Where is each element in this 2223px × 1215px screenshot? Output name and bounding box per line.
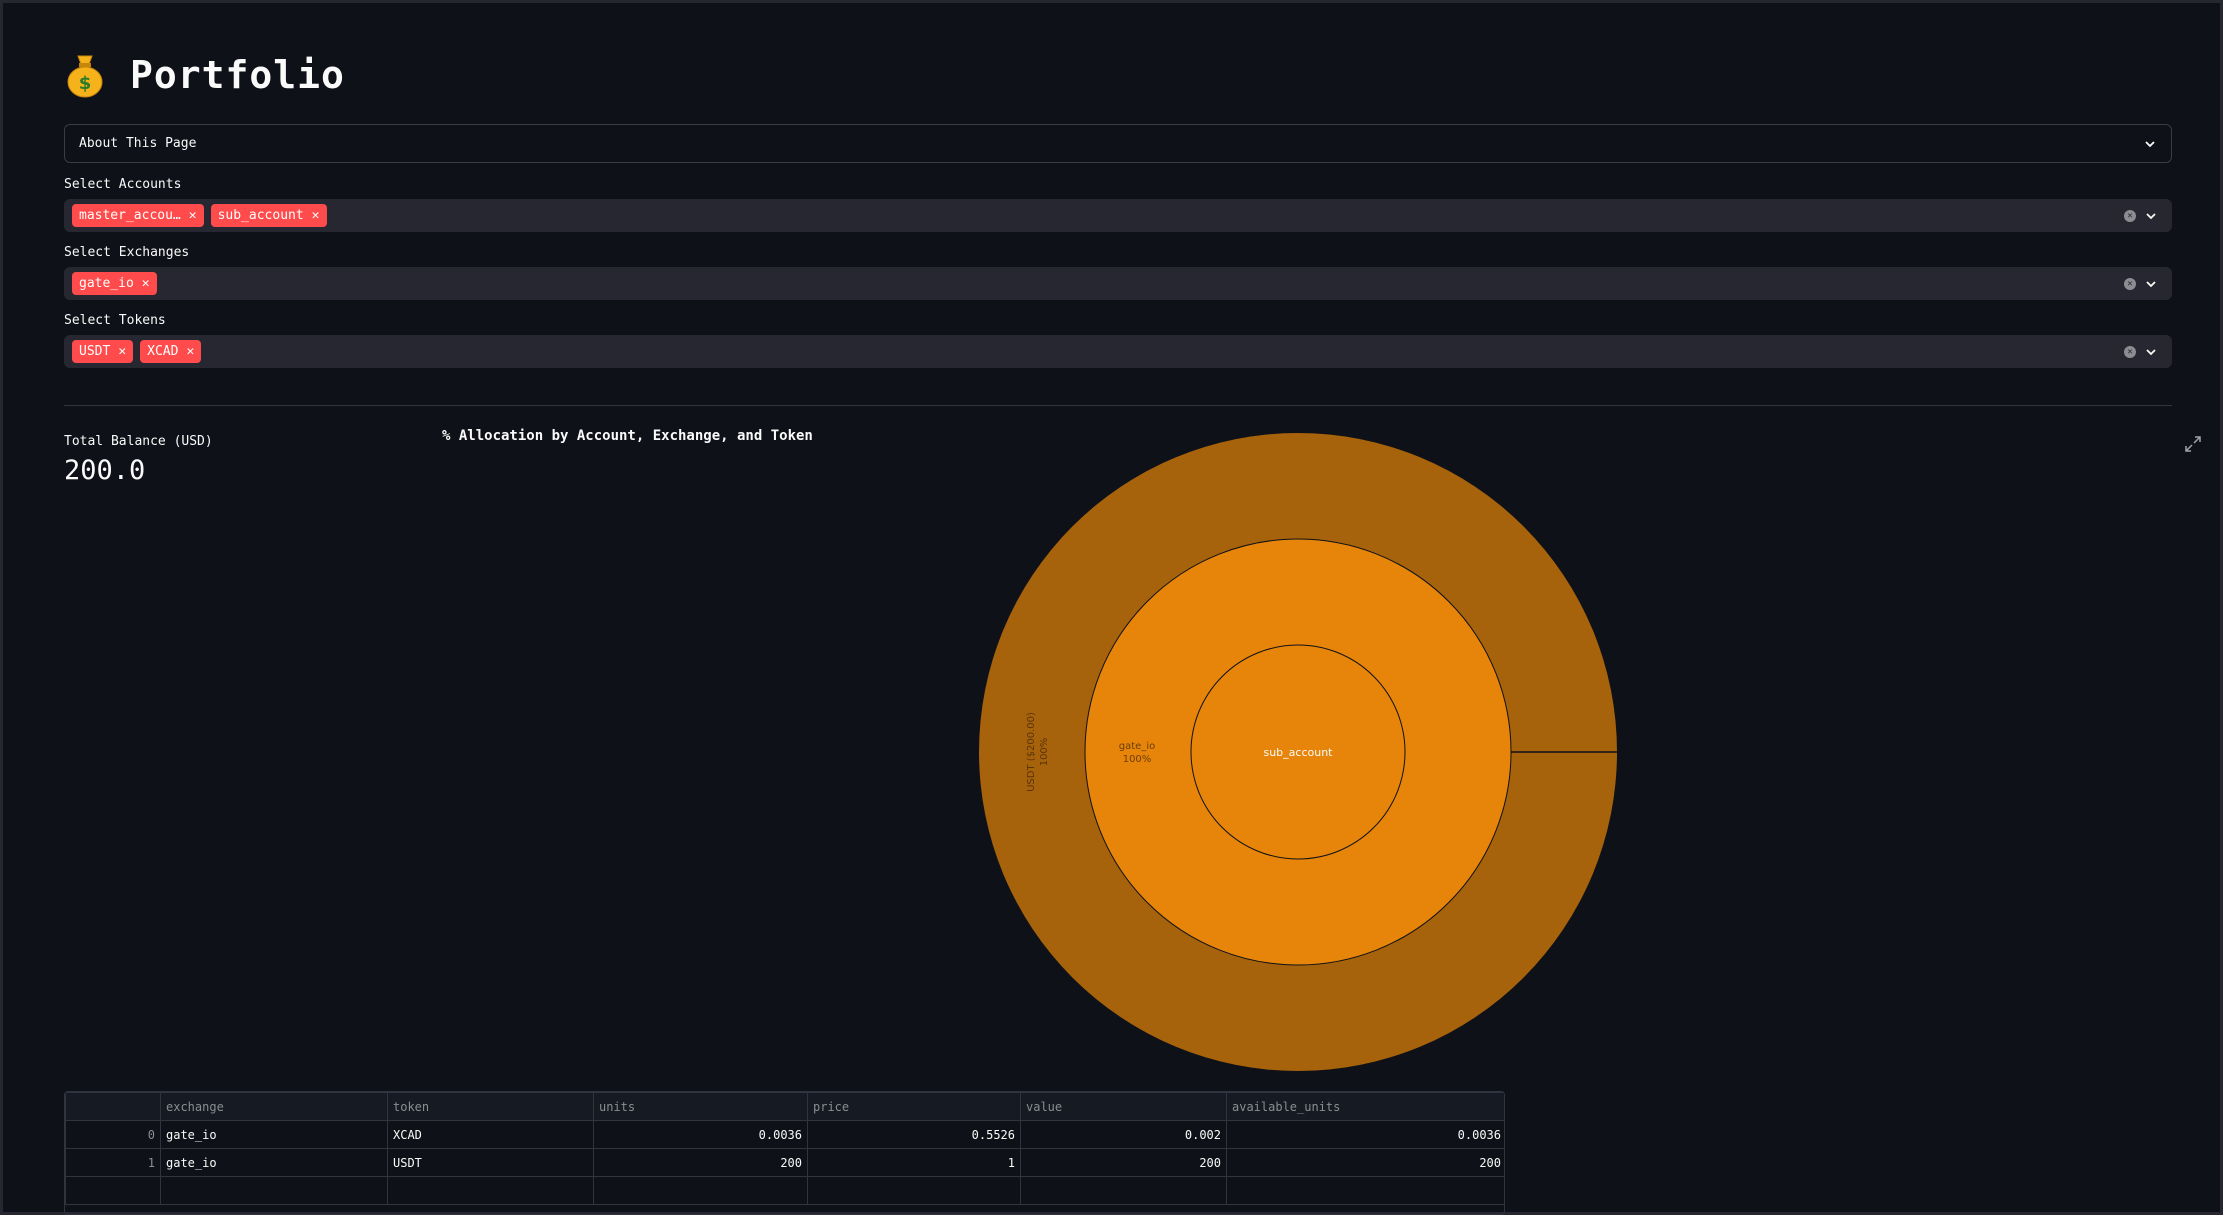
about-page-expander[interactable]: About This Page (64, 124, 2172, 163)
chip-label: XCAD (147, 344, 179, 359)
table-cell-index: 1 (65, 1148, 161, 1177)
table-row-empty (65, 1176, 1504, 1205)
remove-chip-icon[interactable]: ✕ (186, 340, 194, 363)
fullscreen-icon[interactable] (2182, 433, 2204, 455)
clear-all-icon[interactable]: ✕ (2124, 209, 2136, 222)
chip-label: gate_io (79, 276, 134, 291)
column-header-token[interactable]: token (387, 1092, 594, 1121)
table-row[interactable]: 1 gate_io USDT 200 1 200 200 (65, 1148, 1504, 1177)
multiselect-controls: ✕ (2124, 345, 2164, 359)
total-balance-label: Total Balance (USD) (64, 434, 213, 449)
table-cell-value[interactable]: 200 (1020, 1148, 1227, 1177)
section-divider (64, 405, 2172, 406)
select-tokens-multiselect[interactable]: USDT ✕ XCAD ✕ ✕ (64, 335, 2172, 368)
chip-account[interactable]: sub_account ✕ (210, 204, 327, 227)
chip-account[interactable]: master_accou… ✕ (72, 204, 204, 227)
chip-token[interactable]: USDT ✕ (72, 340, 134, 363)
table-row[interactable]: 0 gate_io XCAD 0.0036 0.5526 0.002 0.003… (65, 1120, 1504, 1149)
chevron-down-icon[interactable] (2144, 277, 2158, 291)
remove-chip-icon[interactable]: ✕ (312, 204, 320, 227)
remove-chip-icon[interactable]: ✕ (142, 272, 150, 295)
chip-exchange[interactable]: gate_io ✕ (72, 272, 157, 295)
multiselect-controls: ✕ (2124, 277, 2164, 291)
table-cell-token[interactable]: XCAD (387, 1120, 594, 1149)
select-accounts-label: Select Accounts (64, 177, 182, 192)
table-cell-price[interactable]: 1 (807, 1148, 1021, 1177)
chip-label: sub_account (217, 208, 304, 223)
column-header-index[interactable] (65, 1092, 161, 1121)
column-header-value[interactable]: value (1020, 1092, 1227, 1121)
select-accounts-multiselect[interactable]: master_accou… ✕ sub_account ✕ ✕ (64, 199, 2172, 232)
select-exchanges-multiselect[interactable]: gate_io ✕ ✕ (64, 267, 2172, 300)
column-header-price[interactable]: price (807, 1092, 1021, 1121)
chip-token[interactable]: XCAD ✕ (140, 340, 202, 363)
allocation-sunburst-chart: sub_account gate_io 100% USDT ($200.00) … (979, 433, 1617, 1071)
table-cell-value[interactable]: 0.002 (1020, 1120, 1227, 1149)
sunburst-label-account: sub_account (1263, 746, 1333, 759)
remove-chip-icon[interactable]: ✕ (189, 204, 197, 227)
chart-title: % Allocation by Account, Exchange, and T… (442, 428, 813, 444)
about-page-label: About This Page (79, 136, 197, 151)
page-title-text: Portfolio (130, 53, 345, 97)
table-cell-available-units[interactable]: 0.0036 (1226, 1120, 1504, 1149)
sunburst-label-token: USDT ($200.00) (1026, 712, 1037, 792)
money-bag-icon: $ (67, 55, 103, 98)
table-cell-units[interactable]: 0.0036 (593, 1120, 808, 1149)
total-balance-value: 200.0 (64, 455, 146, 486)
svg-text:$: $ (79, 73, 92, 94)
table-cell-index: 0 (65, 1120, 161, 1149)
multiselect-controls: ✕ (2124, 209, 2164, 223)
page-title: $ Portfolio (64, 52, 345, 98)
sunburst-label-token-pct: 100% (1039, 738, 1050, 767)
clear-all-icon[interactable]: ✕ (2124, 277, 2136, 290)
table-cell-price[interactable]: 0.5526 (807, 1120, 1021, 1149)
balances-table[interactable]: exchange token units price value availab… (64, 1091, 1505, 1215)
table-cell-exchange[interactable]: gate_io (160, 1120, 388, 1149)
column-header-exchange[interactable]: exchange (160, 1092, 388, 1121)
column-header-units[interactable]: units (593, 1092, 808, 1121)
chevron-down-icon (2145, 140, 2155, 147)
sunburst-label-exchange: gate_io (1119, 741, 1155, 752)
table-cell-available-units[interactable]: 200 (1226, 1148, 1504, 1177)
chevron-down-icon[interactable] (2144, 209, 2158, 223)
chevron-down-icon[interactable] (2144, 345, 2158, 359)
remove-chip-icon[interactable]: ✕ (118, 340, 126, 363)
table-cell-token[interactable]: USDT (387, 1148, 594, 1177)
clear-all-icon[interactable]: ✕ (2124, 345, 2136, 358)
chip-label: USDT (79, 344, 111, 359)
select-exchanges-label: Select Exchanges (64, 245, 190, 260)
table-cell-exchange[interactable]: gate_io (160, 1148, 388, 1177)
chip-label: master_accou… (79, 208, 181, 223)
table-header-row: exchange token units price value availab… (65, 1092, 1504, 1121)
sunburst-label-exchange-pct: 100% (1123, 754, 1152, 765)
column-header-available-units[interactable]: available_units (1226, 1092, 1504, 1121)
table-cell-units[interactable]: 200 (593, 1148, 808, 1177)
select-tokens-label: Select Tokens (64, 313, 166, 328)
